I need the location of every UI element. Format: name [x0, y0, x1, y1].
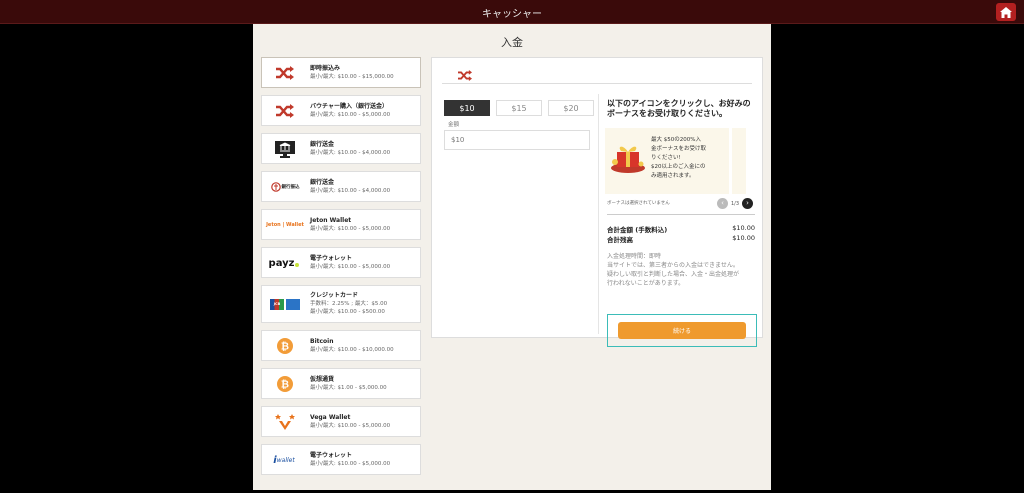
method-name: Jeton Wallet — [310, 217, 352, 224]
next-bonus-card-peek[interactable] — [732, 128, 746, 194]
bitcoin-icon: ₿ — [270, 373, 300, 395]
logo-text: wallet — [276, 456, 295, 464]
divider — [442, 83, 752, 84]
total-value: $10.00 — [732, 224, 755, 232]
method-name: バウチャー購入（銀行送金） — [310, 103, 388, 110]
bonus-summary-panel: 以下のアイコンをクリックし、お好みのボーナスをお受け取りください。 最大 $50… — [598, 94, 758, 347]
method-name: 電子ウォレット — [310, 452, 353, 459]
vega-logo-icon — [270, 411, 300, 433]
chevron-right-icon: › — [746, 199, 749, 207]
method-name: 銀行送金 — [310, 141, 335, 148]
bank-icon — [270, 138, 300, 160]
payment-method-item[interactable]: 即時振込み最小/最大: $10.00 - $15,000.00 — [261, 57, 421, 88]
cashier-panel: 入金 即時振込み最小/最大: $10.00 - $15,000.00 バウチャー… — [253, 24, 771, 490]
payment-method-item[interactable]: payz 電子ウォレット最小/最大: $10.00 - $5,000.00 — [261, 247, 421, 278]
svg-text:₿: ₿ — [281, 341, 289, 353]
bonus-card[interactable]: 最大 $50の200%入 金ボーナスをお受け取 りください! $20以上のご入金… — [605, 128, 729, 194]
logo-text: Jeton | Wallet — [266, 222, 304, 228]
payment-method-item[interactable]: バウチャー購入（銀行送金） 最小/最大: $10.00 - $5,000.00 — [261, 95, 421, 126]
amount-preset-15[interactable]: $15 — [496, 100, 542, 116]
amount-presets: $10 $15 $20 — [444, 100, 594, 116]
method-range: 最小/最大: $10.00 - $10,000.00 — [310, 347, 394, 353]
method-range: 最小/最大: $10.00 - $5,000.00 — [310, 423, 391, 429]
jeton-logo-icon: Jeton | Wallet — [266, 214, 304, 236]
prev-bonus-button[interactable]: ‹ — [717, 198, 728, 209]
total-row: 合計金額 (手数料込) $10.00 — [607, 224, 755, 234]
payment-method-item[interactable]: ₿ 仮想通貨最小/最大: $1.00 - $5,000.00 — [261, 368, 421, 399]
method-name: Vega Wallet — [310, 414, 351, 421]
credit-card-icon: JCB — [268, 293, 302, 315]
total-label: 合計金額 (手数料込) — [607, 226, 668, 234]
method-name: Bitcoin — [310, 338, 334, 345]
bank-transfer-logo-icon: 銀行振込 — [270, 176, 300, 198]
bonus-pager: ‹ 1/3 › — [717, 198, 754, 209]
bonus-gift-icon — [609, 140, 647, 174]
divider — [607, 214, 755, 215]
amount-label: 金額 — [448, 122, 460, 128]
method-range: 最小/最大: $1.00 - $5,000.00 — [310, 385, 387, 391]
payz-dot-icon — [295, 263, 300, 267]
amex-card-icon — [286, 298, 300, 310]
continue-button[interactable]: 続ける — [618, 322, 746, 339]
method-range: 最小/最大: $10.00 - $4,000.00 — [310, 150, 391, 156]
bonus-description: 最大 $50の200%入 金ボーナスをお受け取 りください! $20以上のご入金… — [651, 137, 707, 179]
method-range: 最小/最大: $10.00 - $500.00 — [310, 309, 385, 315]
method-range: 最小/最大: $10.00 - $5,000.00 — [310, 461, 391, 467]
shuffle-icon — [270, 100, 300, 122]
pager-count: 1/3 — [731, 200, 740, 207]
method-name: クレジットカード — [310, 292, 359, 299]
balance-value: $10.00 — [732, 234, 755, 242]
deposit-notes: 入金処理時間：即時 当サイトでは、第三者からの入金はできません。 疑わしい取引と… — [607, 253, 740, 287]
method-range: 最小/最大: $10.00 - $5,000.00 — [310, 264, 391, 270]
method-range: 最小/最大: $10.00 - $4,000.00 — [310, 188, 391, 194]
method-name: 即時振込み — [310, 65, 341, 72]
home-icon — [1000, 6, 1012, 18]
jcb-card-icon: JCB — [270, 298, 284, 310]
selected-method-header — [432, 58, 762, 86]
method-name: 電子ウォレット — [310, 255, 353, 262]
svg-text:₿: ₿ — [281, 379, 289, 391]
payment-method-item[interactable]: 銀行振込 銀行送金最小/最大: $10.00 - $4,000.00 — [261, 171, 421, 202]
balance-label: 合計残高 — [607, 236, 633, 244]
no-bonus-text: ボーナスは選択されていません — [607, 201, 670, 206]
amount-preset-10[interactable]: $10 — [444, 100, 490, 116]
payment-method-item[interactable]: ₿ Bitcoin 最小/最大: $10.00 - $10,000.00 — [261, 330, 421, 361]
payment-method-item[interactable]: i wallet 電子ウォレット最小/最大: $10.00 - $5,000.00 — [261, 444, 421, 475]
payz-logo-icon: payz — [266, 252, 302, 274]
method-fee: 手数料：2.25% ; 最大：$5.00 — [310, 301, 388, 307]
payment-method-item[interactable]: 銀行送金最小/最大: $10.00 - $4,000.00 — [261, 133, 421, 164]
deposit-form: $10 $15 $20 金額 $10 以下のアイコンをクリックし、お好みのボーナ… — [431, 57, 763, 347]
iwallet-logo-icon: i wallet — [273, 454, 295, 466]
method-range: 最小/最大: $10.00 - $15,000.00 — [310, 74, 394, 80]
top-bar: キャッシャー — [0, 0, 1024, 24]
chevron-left-icon: ‹ — [721, 199, 724, 207]
next-bonus-button[interactable]: › — [742, 198, 754, 209]
continue-button-frame: 続ける — [607, 314, 757, 347]
balance-row: 合計残高 $10.00 — [607, 234, 755, 244]
amount-input[interactable]: $10 — [444, 130, 590, 150]
method-range: 最小/最大: $10.00 - $5,000.00 — [310, 226, 391, 232]
amount-preset-20[interactable]: $20 — [548, 100, 594, 116]
deposit-title: 入金 — [501, 36, 523, 49]
method-range: 最小/最大: $10.00 - $5,000.00 — [310, 112, 391, 118]
bitcoin-icon: ₿ — [270, 335, 300, 357]
logo-text: payz — [268, 257, 295, 269]
shuffle-icon — [270, 62, 300, 84]
page-title: キャッシャー — [482, 9, 542, 20]
logo-text: 銀行振込 — [281, 185, 300, 190]
method-name: 仮想通貨 — [310, 376, 335, 383]
method-name: 銀行送金 — [310, 179, 335, 186]
home-button[interactable] — [996, 3, 1016, 21]
payment-method-item[interactable]: Jeton | Wallet Jeton Wallet 最小/最大: $10.00… — [261, 209, 421, 240]
payment-method-item[interactable]: Vega Wallet 最小/最大: $10.00 - $5,000.00 — [261, 406, 421, 437]
promo-title: 以下のアイコンをクリックし、お好みのボーナスをお受け取りください。 — [607, 99, 751, 118]
payment-method-list: 即時振込み最小/最大: $10.00 - $15,000.00 バウチャー購入（… — [261, 57, 421, 482]
payment-method-item[interactable]: JCB クレジットカード手数料：2.25% ; 最大：$5.00 最小/最大: $… — [261, 285, 421, 323]
